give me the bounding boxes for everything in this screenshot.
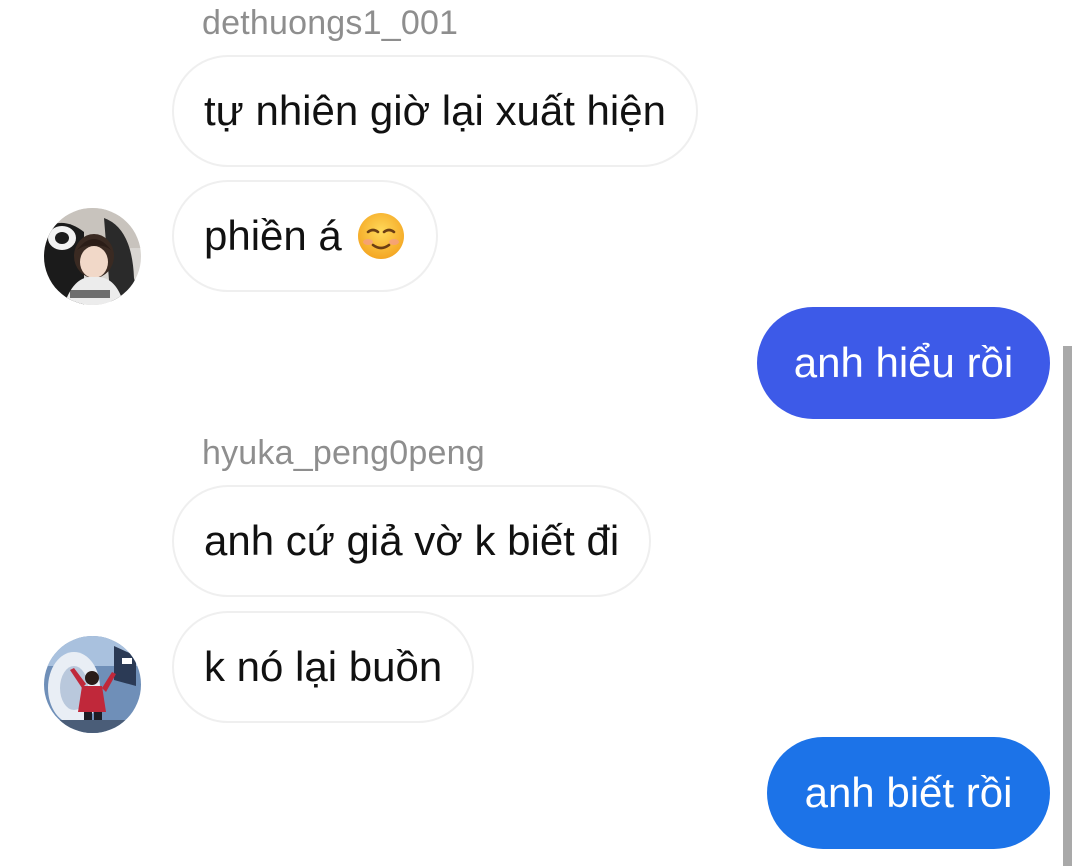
- message-text: phiền á: [204, 212, 342, 259]
- message-text: anh cứ giả vờ k biết đi: [204, 517, 620, 564]
- avatar[interactable]: [44, 636, 141, 733]
- message-bubble-outgoing[interactable]: anh biết rồi: [767, 737, 1050, 849]
- message-bubble-incoming[interactable]: k nó lại buồn: [172, 611, 475, 723]
- avatar[interactable]: [44, 208, 141, 305]
- message-text: tự nhiên giờ lại xuất hiện: [204, 87, 666, 134]
- message-text: anh hiểu rồi: [793, 339, 1014, 386]
- message-bubble-incoming[interactable]: phiền á: [172, 180, 438, 292]
- message-bubble-incoming[interactable]: anh cứ giả vờ k biết đi: [172, 485, 652, 597]
- message-text: anh biết rồi: [804, 769, 1013, 816]
- message-bubble-incoming[interactable]: tự nhiên giờ lại xuất hiện: [172, 55, 698, 167]
- message-text: k nó lại buồn: [204, 643, 443, 690]
- avatar-image: [44, 636, 141, 733]
- message-bubble-outgoing[interactable]: anh hiểu rồi: [757, 307, 1050, 419]
- scrollbar[interactable]: [1063, 346, 1072, 866]
- smiling-face-icon: [357, 213, 404, 259]
- sender-name: dethuongs1_001: [202, 4, 459, 42]
- sender-name: hyuka_peng0peng: [202, 434, 485, 472]
- avatar-image: [44, 208, 141, 305]
